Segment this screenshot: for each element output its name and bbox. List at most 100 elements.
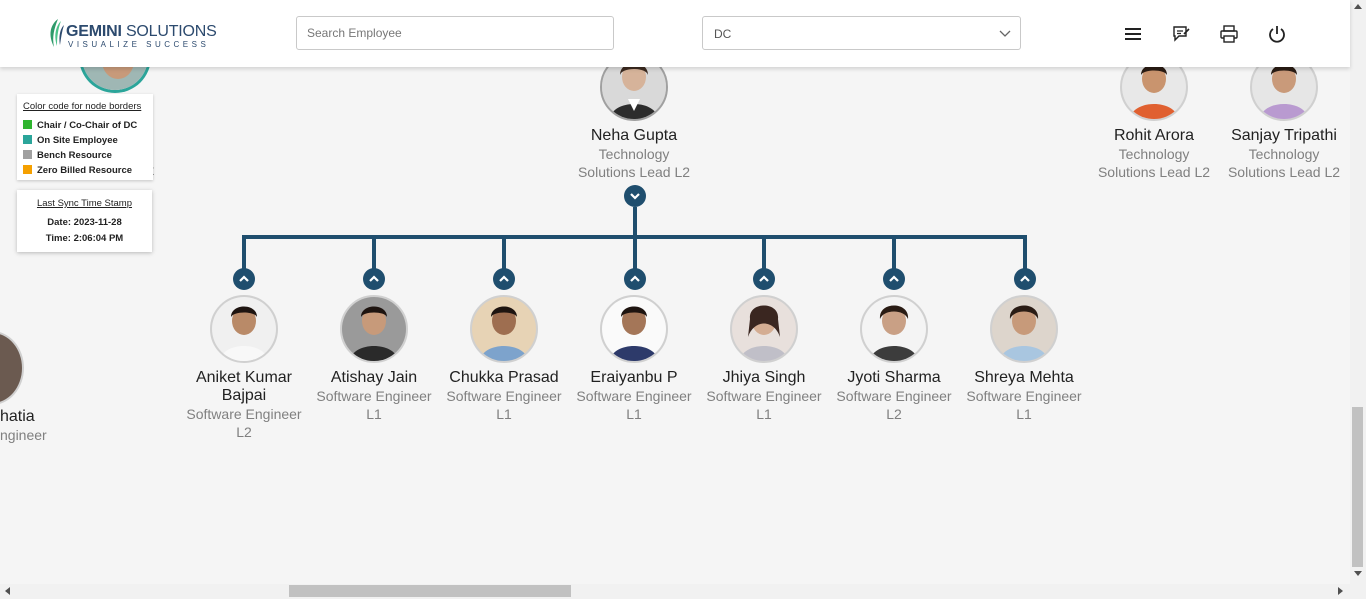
department-selected-value: DC — [714, 27, 732, 41]
leaf-logo-icon — [50, 19, 64, 47]
partial-avatar-bottom-left[interactable] — [0, 331, 24, 405]
employee-node[interactable]: Aniket Kumar Bajpai Software Engineer L2 — [179, 295, 309, 441]
legend-label: Zero Billed Resource — [37, 165, 133, 176]
avatar — [1250, 67, 1318, 121]
expand-toggle-button[interactable] — [493, 268, 515, 290]
employee-name: Neha Gupta — [590, 127, 678, 144]
chevron-up-icon — [239, 275, 249, 282]
expand-toggle-button[interactable] — [233, 268, 255, 290]
expand-toggle-button[interactable] — [624, 268, 646, 290]
employee-name: Aniket Kumar Bajpai — [195, 369, 293, 404]
employee-role: Technology Solutions Lead L2 — [1097, 146, 1211, 180]
search-input[interactable] — [296, 16, 614, 50]
employee-node[interactable]: Chukka Prasad Software Engineer L1 — [439, 295, 569, 423]
employee-name: Eraiyanbu P — [590, 369, 678, 386]
peer-node[interactable]: Sanjay Tripathi Technology Solutions Lea… — [1219, 67, 1349, 181]
employee-name: Jhiya Singh — [722, 369, 806, 386]
connector-line — [502, 235, 506, 271]
legend-item: Zero Billed Resource — [23, 165, 132, 176]
partial-avatar-top-left[interactable] — [79, 67, 151, 93]
employee-node[interactable]: Jyoti Sharma Software Engineer L2 — [829, 295, 959, 423]
legend-label: On Site Employee — [37, 135, 118, 146]
chevron-up-icon — [759, 275, 769, 282]
expand-toggle-button[interactable] — [1014, 268, 1036, 290]
employee-role: Software Engineer L2 — [186, 406, 302, 440]
org-chart-canvas[interactable]: t hatia ngineer Color code for node bord… — [0, 67, 1350, 584]
chevron-up-icon — [1020, 275, 1030, 282]
avatar — [1120, 67, 1188, 121]
chevron-down-icon — [630, 193, 640, 200]
employee-role: Software Engineer L2 — [836, 388, 952, 422]
legend-swatch — [23, 120, 32, 129]
department-dropdown[interactable]: DC — [702, 16, 1021, 50]
avatar — [210, 295, 278, 363]
legend-swatch — [23, 165, 32, 174]
employee-role: Technology Solutions Lead L2 — [1227, 146, 1341, 180]
avatar — [340, 295, 408, 363]
employee-name: Shreya Mehta — [974, 369, 1074, 386]
power-icon[interactable] — [1267, 24, 1287, 44]
print-icon[interactable] — [1219, 24, 1239, 44]
employee-node[interactable]: Shreya Mehta Software Engineer L1 — [959, 295, 1089, 423]
legend-label: Chair / Co-Chair of DC — [37, 120, 138, 131]
collapse-toggle-button[interactable] — [624, 185, 646, 207]
employee-name: Atishay Jain — [330, 369, 418, 386]
sync-time: Time: 2:06:04 PM — [45, 233, 124, 244]
legend-item: On Site Employee — [23, 135, 118, 146]
peer-node[interactable]: Rohit Arora Technology Solutions Lead L2 — [1089, 67, 1219, 181]
connector-line — [892, 235, 896, 271]
chevron-up-icon — [630, 275, 640, 282]
feedback-icon[interactable] — [1171, 24, 1191, 44]
vertical-scroll-thumb[interactable] — [1352, 407, 1363, 567]
employee-node[interactable]: Atishay Jain Software Engineer L1 — [309, 295, 439, 423]
company-logo[interactable]: GEMINI SOLUTIONS VISUALIZE SUCCESS — [46, 17, 217, 51]
employee-name: Chukka Prasad — [449, 369, 559, 386]
employee-role: Software Engineer L1 — [966, 388, 1082, 422]
expand-toggle-button[interactable] — [753, 268, 775, 290]
connector-line — [372, 235, 376, 271]
connector-line — [762, 235, 766, 271]
avatar — [860, 295, 928, 363]
employee-node[interactable]: Jhiya Singh Software Engineer L1 — [699, 295, 829, 423]
scroll-right-arrow-icon[interactable] — [1338, 587, 1344, 595]
employee-name: Jyoti Sharma — [847, 369, 941, 386]
avatar — [730, 295, 798, 363]
employee-name: Rohit Arora — [1113, 127, 1195, 144]
horizontal-scrollbar[interactable] — [0, 584, 1366, 599]
logo-tagline: VISUALIZE SUCCESS — [68, 40, 210, 49]
scroll-up-arrow-icon[interactable] — [1354, 3, 1362, 9]
legend-item: Bench Resource — [23, 150, 112, 161]
connector-line — [242, 235, 246, 271]
scroll-down-arrow-icon[interactable] — [1354, 571, 1362, 577]
partial-name: hatia — [0, 408, 35, 425]
avatar — [600, 295, 668, 363]
expand-toggle-button[interactable] — [883, 268, 905, 290]
sync-title: Last Sync Time Stamp — [36, 198, 133, 209]
employee-role: Software Engineer L1 — [446, 388, 562, 422]
legend-item: Chair / Co-Chair of DC — [23, 120, 137, 131]
employee-role: Technology Solutions Lead L2 — [577, 146, 691, 180]
expand-toggle-button[interactable] — [363, 268, 385, 290]
legend-swatch — [23, 135, 32, 144]
top-bar: GEMINI SOLUTIONS VISUALIZE SUCCESS DC — [0, 0, 1350, 67]
employee-node[interactable]: Eraiyanbu P Software Engineer L1 — [569, 295, 699, 423]
logo-text-light: SOLUTIONS — [125, 23, 217, 40]
menu-icon[interactable] — [1123, 24, 1143, 44]
sync-date: Date: 2023-11-28 — [47, 217, 122, 228]
color-legend: Color code for node borders Chair / Co-C… — [17, 94, 153, 180]
legend-swatch — [23, 150, 32, 159]
sync-timestamp-box: Last Sync Time Stamp Date: 2023-11-28 Ti… — [17, 190, 152, 252]
manager-node[interactable]: Neha Gupta Technology Solutions Lead L2 — [569, 67, 699, 181]
horizontal-scroll-thumb[interactable] — [289, 585, 571, 597]
employee-name: Sanjay Tripathi — [1231, 127, 1337, 144]
employee-role: Software Engineer L1 — [316, 388, 432, 422]
scroll-left-arrow-icon[interactable] — [4, 587, 10, 595]
logo-text-bold: GEMINI — [66, 23, 122, 40]
chevron-up-icon — [499, 275, 509, 282]
chevron-up-icon — [889, 275, 899, 282]
avatar — [600, 67, 668, 121]
employee-role: Software Engineer L1 — [576, 388, 692, 422]
connector-line — [1023, 235, 1027, 271]
avatar — [990, 295, 1058, 363]
partial-role: ngineer — [0, 427, 47, 443]
